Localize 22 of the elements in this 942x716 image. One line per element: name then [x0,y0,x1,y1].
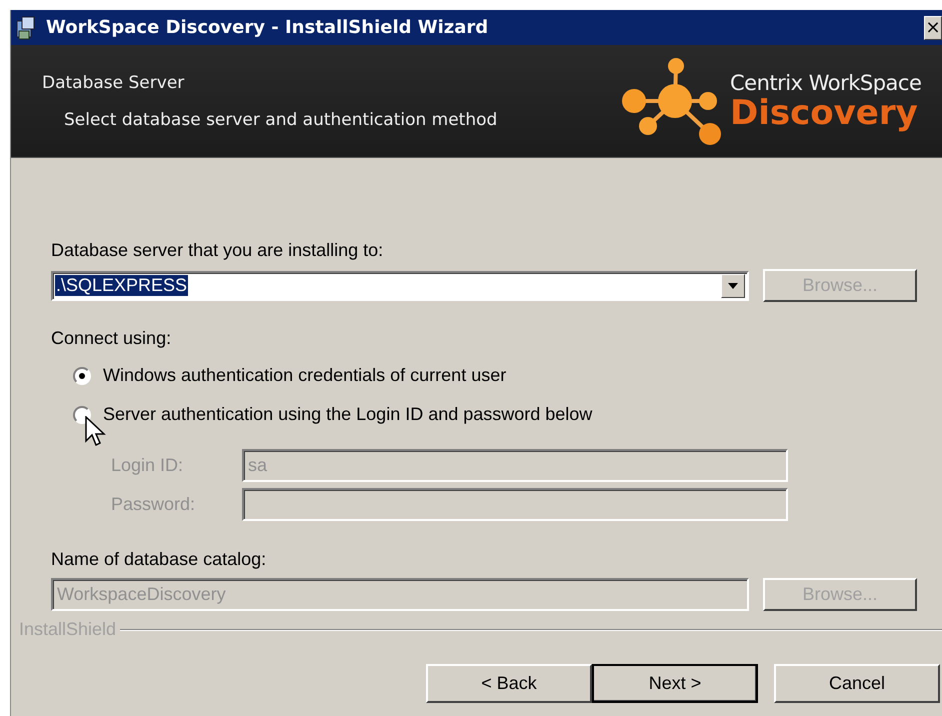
window-title: WorkSpace Discovery - InstallShield Wizard [46,17,488,38]
radio-button[interactable] [73,366,91,384]
dropdown-button[interactable] [721,274,745,298]
radio-label[interactable]: Server authentication using the Login ID and password below [103,404,592,425]
wizard-button[interactable]: < Back [426,664,592,703]
credential-label: Password: [111,494,196,515]
wizard-button[interactable]: Cancel [774,664,940,703]
credential-label: Login ID: [111,455,184,476]
server-label: Database server that you are installing to: [51,240,384,261]
wizard-button[interactable]: Next > [592,664,758,703]
page-subtitle: Select database server and authentication method [63,110,498,130]
radio-label[interactable]: Windows authentication credentials of current user [103,365,506,386]
logo-product-name: Discovery [730,95,918,131]
server-value: .\SQLEXPRESS [55,275,188,296]
server-combo-box[interactable]: .\SQLEXPRESS [51,270,749,300]
radio-button[interactable] [73,406,91,424]
connect-label: Connect using: [51,328,172,349]
caret-icon [728,282,738,288]
page-title: Database Server [42,72,186,92]
close-button[interactable]: × [924,16,942,40]
logo-text: Centrix WorkSpace [730,71,922,95]
catalog-label: Name of database catalog: [51,549,268,570]
